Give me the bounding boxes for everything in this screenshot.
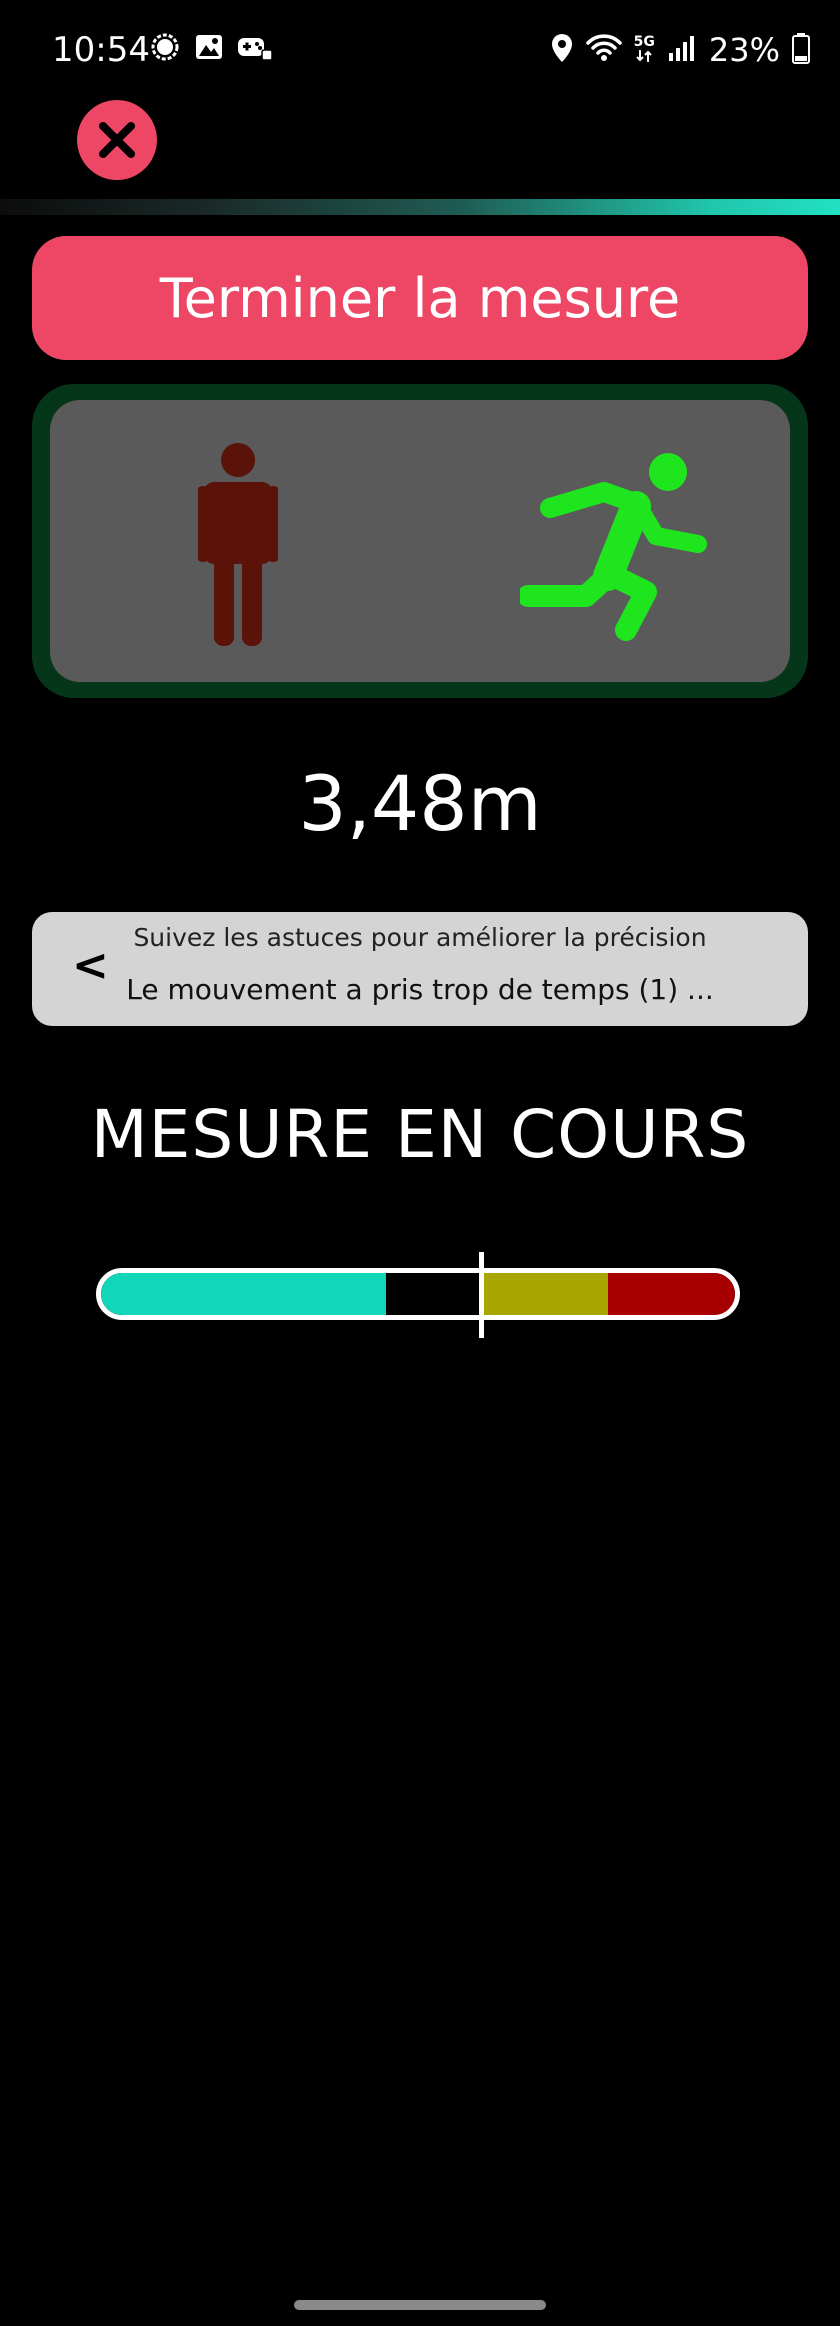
- distance-value: 3,48m: [298, 759, 542, 848]
- gauge-segment: [608, 1273, 735, 1315]
- status-bar: 10:54 5G 23%: [0, 0, 840, 96]
- person-standing-icon: [196, 442, 280, 652]
- game-launcher-icon: [238, 32, 273, 66]
- close-button[interactable]: [77, 100, 157, 180]
- wifi-icon: [585, 33, 622, 67]
- measure-status-heading: MESURE EN COURS: [90, 1096, 750, 1173]
- finish-measurement-button[interactable]: Terminer la mesure: [32, 236, 808, 360]
- tips-message: Le mouvement a pris trop de temps (1) ..…: [126, 973, 714, 1006]
- tips-panel[interactable]: < Suivez les astuces pour améliorer la p…: [32, 912, 808, 1026]
- gauge-segment: [481, 1273, 609, 1315]
- home-indicator[interactable]: [294, 2300, 546, 2310]
- network-label: 5G: [633, 33, 655, 50]
- gallery-icon: [194, 32, 224, 66]
- tips-title: Suivez les astuces pour améliorer la pré…: [133, 923, 707, 952]
- gauge-segment: [101, 1273, 387, 1315]
- motion-panel-inner: [50, 400, 790, 682]
- battery-percent: 23%: [708, 31, 780, 69]
- battery-icon: [792, 32, 810, 68]
- close-icon: [99, 122, 135, 158]
- gauge-segment: [386, 1273, 482, 1315]
- progress-line: [0, 199, 840, 215]
- status-right: 5G 23%: [550, 26, 810, 74]
- signal-messenger-icon: [150, 32, 180, 66]
- precision-gauge: [96, 1268, 740, 1320]
- location-icon: [550, 32, 574, 68]
- 5g-icon: 5G: [634, 35, 655, 66]
- motion-panel: [32, 384, 808, 698]
- gauge-marker: [479, 1252, 484, 1338]
- status-time: 10:54: [52, 30, 150, 70]
- person-running-icon: [517, 448, 710, 648]
- status-left-icons: [150, 32, 273, 66]
- cell-signal-icon: [667, 33, 697, 67]
